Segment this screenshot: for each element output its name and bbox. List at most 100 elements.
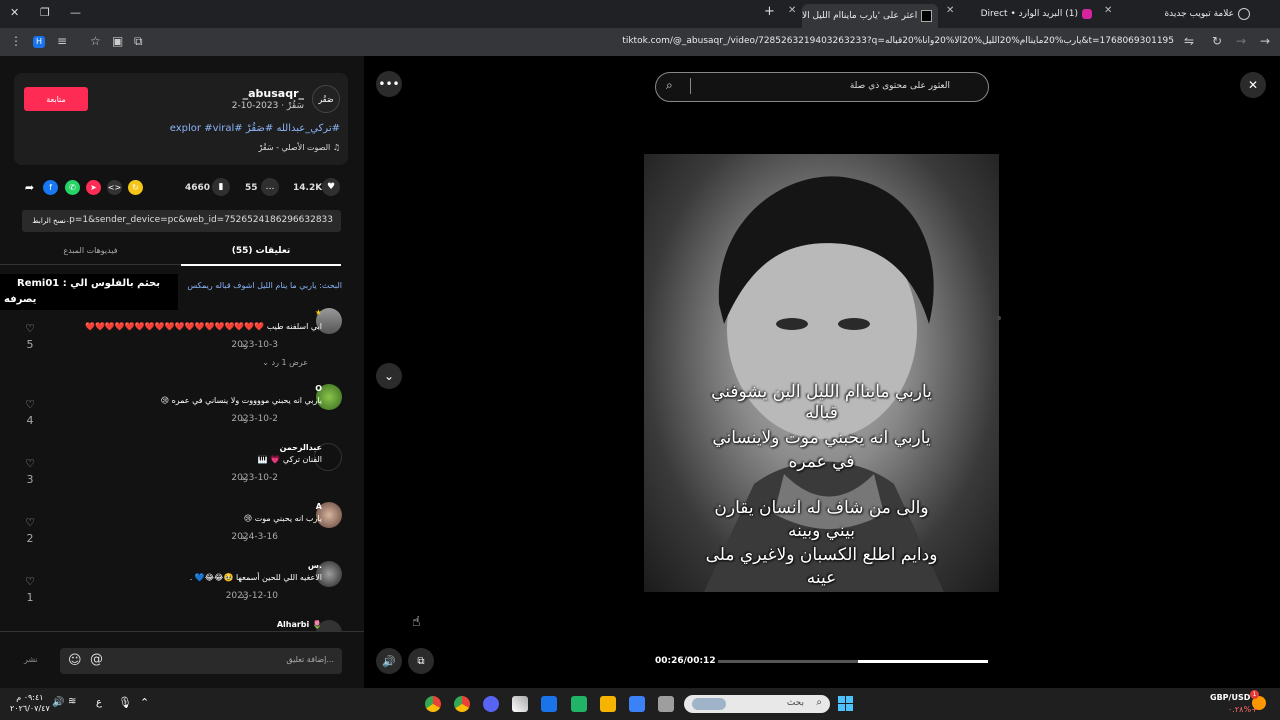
commenter-name[interactable]: Alharbi 🌷 — [277, 620, 322, 629]
comment-text: الفنان تركي 💗 🎹 — [257, 455, 322, 464]
windows-start-icon[interactable] — [838, 696, 853, 711]
sound-link[interactable]: ♫ الصوت الأصلي - سَقُرْ — [258, 143, 340, 152]
view-replies-button[interactable]: عرض 1 رد ⌄ — [262, 358, 308, 367]
facebook-icon[interactable]: f — [43, 180, 58, 195]
like-count: 14.2K — [293, 183, 323, 193]
clock[interactable]: ٠٩:٤١ م ٢٠٢٦/٠٧/٤٧ — [10, 692, 50, 714]
like-heart-icon[interactable]: ♥ — [322, 178, 340, 196]
comment-like-icon[interactable]: ♡ — [24, 398, 36, 411]
commenter-name[interactable]: س. — [308, 561, 322, 570]
close-icon: ✕ — [1247, 78, 1259, 92]
task-view-icon[interactable] — [658, 696, 674, 712]
store-icon[interactable] — [629, 696, 645, 712]
wifi-icon[interactable]: ≋ — [68, 696, 76, 707]
site-settings-icon[interactable]: ⇋ — [1184, 34, 1194, 48]
reading-list-icon[interactable]: ≡ — [57, 34, 67, 48]
app-icon[interactable] — [571, 696, 587, 712]
reload-icon[interactable]: ↻ — [1212, 34, 1222, 48]
minimize-window-icon[interactable]: — — [70, 6, 81, 19]
commenter-name[interactable]: ★ — [315, 308, 322, 317]
restore-window-icon[interactable]: ❐ — [40, 6, 50, 19]
bookmark-icon[interactable]: ▮ — [212, 178, 230, 196]
taskbar-search-placeholder: بحث — [786, 698, 804, 708]
taskbar-search[interactable]: بحث ⌕ — [684, 695, 830, 713]
comment-icon[interactable]: … — [261, 178, 279, 196]
url-text[interactable]: tiktok.com/@_abusaqr_/video/728526321940… — [622, 36, 1174, 46]
reply-button[interactable]: رد — [241, 591, 248, 600]
video-progress-bar[interactable] — [718, 660, 988, 663]
reply-button[interactable]: رد — [241, 340, 248, 349]
related-search-link[interactable]: البحث: ياربي ما ينام الليل اشوف قباله ري… — [187, 281, 342, 290]
tab-instagram[interactable]: (1) البريد الوارد • Direct — [980, 4, 1092, 24]
mouse-cursor-icon: ☝ — [412, 614, 421, 630]
close-window-icon[interactable]: ✕ — [10, 6, 19, 19]
reply-button[interactable]: رد — [241, 414, 248, 423]
divider — [0, 631, 364, 632]
author-avatar[interactable]: صَقُر — [312, 85, 340, 113]
forward-icon[interactable]: → — [1236, 34, 1246, 48]
send-friends-icon[interactable]: ➤ — [86, 180, 101, 195]
bookmark-star-icon[interactable]: ☆ — [90, 34, 101, 48]
link-url[interactable]: ...p=1&sender_device=pc&web_id=752652418… — [61, 215, 333, 225]
tab-new[interactable]: علامة تبويب جديدة — [1150, 4, 1250, 24]
post-comment-button[interactable]: نشر — [24, 655, 38, 664]
mention-icon[interactable]: @ — [90, 652, 103, 667]
discord-icon[interactable] — [483, 696, 499, 712]
comment-like-count: 3 — [26, 473, 34, 486]
comment-like-icon[interactable]: ♡ — [24, 575, 36, 588]
chevron-up-icon[interactable]: ⌃ — [140, 696, 149, 709]
microphone-icon[interactable]: 🎙 — [118, 696, 132, 709]
menu-dots-icon[interactable]: ⋮ — [10, 34, 22, 48]
repost-icon[interactable]: ↻ — [128, 180, 143, 195]
tab-comments[interactable]: تعليقات (55) — [181, 240, 341, 266]
new-tab-icon[interactable]: + — [764, 4, 775, 19]
tab-active[interactable]: اعثر على 'يارب مايناام الليل الا — [802, 4, 938, 28]
tab-close-icon[interactable]: ✕ — [946, 5, 954, 16]
reply-button[interactable]: رد — [241, 532, 248, 541]
close-video-button[interactable]: ✕ — [1240, 72, 1266, 98]
commenter-name[interactable]: A — [316, 502, 322, 511]
commenter-name[interactable]: عبدالرحمن — [280, 443, 322, 452]
chrome-icon[interactable] — [454, 696, 470, 712]
commenter-name[interactable]: O — [315, 384, 322, 393]
comment-input[interactable]: ☺ @ إضافة تعليق... — [60, 648, 342, 674]
comment-text: ياربي انه يحبني مووووت ولا ينساني في عمر… — [160, 396, 322, 405]
pip-button[interactable]: ⧉ — [408, 648, 434, 674]
volume-icon[interactable]: 🔊 — [52, 697, 64, 708]
back-icon[interactable]: → — [1260, 34, 1270, 48]
search-icon[interactable]: ⌕ — [666, 78, 673, 93]
volume-button[interactable]: 🔊 — [376, 648, 402, 674]
whatsapp-icon[interactable]: ✆ — [65, 180, 80, 195]
tab-creator-videos[interactable]: فيديوهات المبدع — [0, 240, 181, 265]
tab-close-icon[interactable]: ✕ — [1104, 5, 1112, 16]
file-explorer-icon[interactable] — [600, 696, 616, 712]
comment-date: 2023-10-3 — [231, 340, 278, 350]
profile-icon[interactable]: H — [33, 36, 45, 48]
comment-like-icon[interactable]: ♡ — [24, 457, 36, 470]
comment-text: ابي اسلفنه طيب ❤️❤️❤️❤️❤️❤️❤️❤️❤️❤️❤️❤️❤… — [84, 322, 322, 331]
next-video-button[interactable]: ⌄ — [376, 363, 402, 389]
scroll-dot — [997, 316, 1001, 320]
ticker-name[interactable]: GBP/USD — [1210, 693, 1250, 702]
extensions-icon[interactable]: ▣ — [112, 34, 123, 48]
comment-like-icon[interactable]: ♡ — [24, 322, 36, 335]
lyric-line: عينه — [806, 568, 837, 588]
comment-like-icon[interactable]: ♡ — [24, 516, 36, 529]
more-options-button[interactable]: ••• — [376, 71, 402, 97]
chrome-icon[interactable] — [425, 696, 441, 712]
video-player[interactable]: ⌕ العثور على محتوى ذي صلة ياربي مايناام … — [644, 59, 999, 687]
video-search-bar[interactable]: ⌕ العثور على محتوى ذي صلة — [655, 72, 989, 102]
reply-button[interactable]: رد — [241, 473, 248, 482]
app-icon[interactable] — [512, 696, 528, 712]
follow-button[interactable]: متابعة — [24, 87, 88, 111]
post-caption[interactable]: #تركي_عبدالله #صَقُرْ #explor #viral — [170, 123, 340, 134]
tab-close-icon[interactable]: ✕ — [788, 5, 796, 16]
share-arrow-icon[interactable]: ➦ — [22, 180, 37, 195]
install-app-icon[interactable]: ⧉ — [134, 34, 143, 49]
browser-app-icon[interactable] — [541, 696, 557, 712]
keyboard-language[interactable]: ع — [96, 697, 102, 708]
comment-item: A يارب انه يحبني موت 😢 2024-3-16 رد ♡ 2 — [0, 502, 364, 558]
emoji-icon[interactable]: ☺ — [68, 653, 82, 668]
embed-icon[interactable]: <> — [107, 180, 122, 195]
author-username[interactable]: _abusaqr_ — [243, 87, 304, 100]
